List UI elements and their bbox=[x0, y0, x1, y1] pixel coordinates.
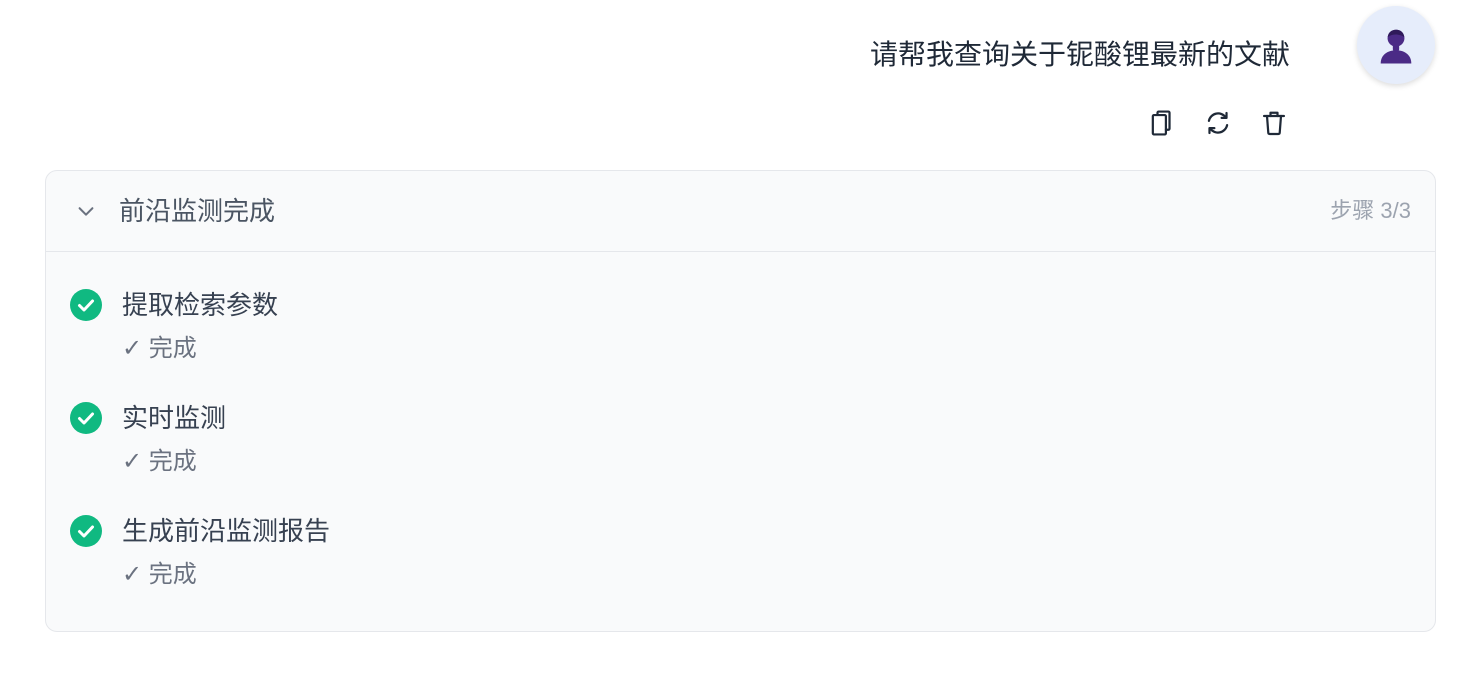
chat-page: 请帮我查询关于铌酸锂最新的文献 前沿监测完成 步骤 3/3 提取检索参数 ✓ 完… bbox=[0, 0, 1461, 677]
user-message-text: 请帮我查询关于铌酸锂最新的文献 bbox=[869, 39, 1290, 70]
progress-panel-header[interactable]: 前沿监测完成 步骤 3/3 bbox=[46, 171, 1435, 252]
user-avatar[interactable] bbox=[1357, 6, 1435, 84]
step-item: 实时监测 ✓ 完成 bbox=[70, 400, 1435, 513]
step-title: 生成前沿监测报告 bbox=[122, 516, 331, 546]
step-title: 实时监测 bbox=[122, 403, 227, 433]
progress-title: 前沿监测完成 bbox=[119, 196, 276, 226]
step-status: ✓ 完成 bbox=[122, 561, 197, 588]
step-title: 提取检索参数 bbox=[122, 290, 279, 320]
regenerate-button[interactable] bbox=[1202, 107, 1234, 139]
step-item: 生成前沿监测报告 ✓ 完成 bbox=[70, 513, 1435, 626]
step-status: ✓ 完成 bbox=[122, 448, 197, 475]
refresh-icon bbox=[1207, 111, 1229, 135]
step-item: 提取检索参数 ✓ 完成 bbox=[70, 287, 1435, 400]
step-list: 提取检索参数 ✓ 完成 实时监测 ✓ 完成 生成前沿监测报告 ✓ 完成 bbox=[46, 252, 1435, 626]
step-row: 实时监测 bbox=[70, 400, 1435, 436]
step-row: 提取检索参数 bbox=[70, 287, 1435, 323]
trash-icon bbox=[1262, 111, 1286, 136]
copy-button[interactable] bbox=[1145, 107, 1177, 139]
check-circle-icon bbox=[70, 402, 102, 434]
delete-button[interactable] bbox=[1258, 107, 1290, 139]
user-icon bbox=[1380, 29, 1412, 64]
step-counter: 步骤 3/3 bbox=[1330, 198, 1411, 223]
chevron-down-icon[interactable] bbox=[75, 200, 97, 222]
check-circle-icon bbox=[70, 289, 102, 321]
step-status: ✓ 完成 bbox=[122, 335, 197, 362]
check-circle-icon bbox=[70, 515, 102, 547]
copy-icon bbox=[1151, 110, 1171, 136]
step-row: 生成前沿监测报告 bbox=[70, 513, 1435, 549]
progress-panel: 前沿监测完成 步骤 3/3 提取检索参数 ✓ 完成 实时监测 ✓ 完成 生成前沿… bbox=[45, 170, 1436, 632]
